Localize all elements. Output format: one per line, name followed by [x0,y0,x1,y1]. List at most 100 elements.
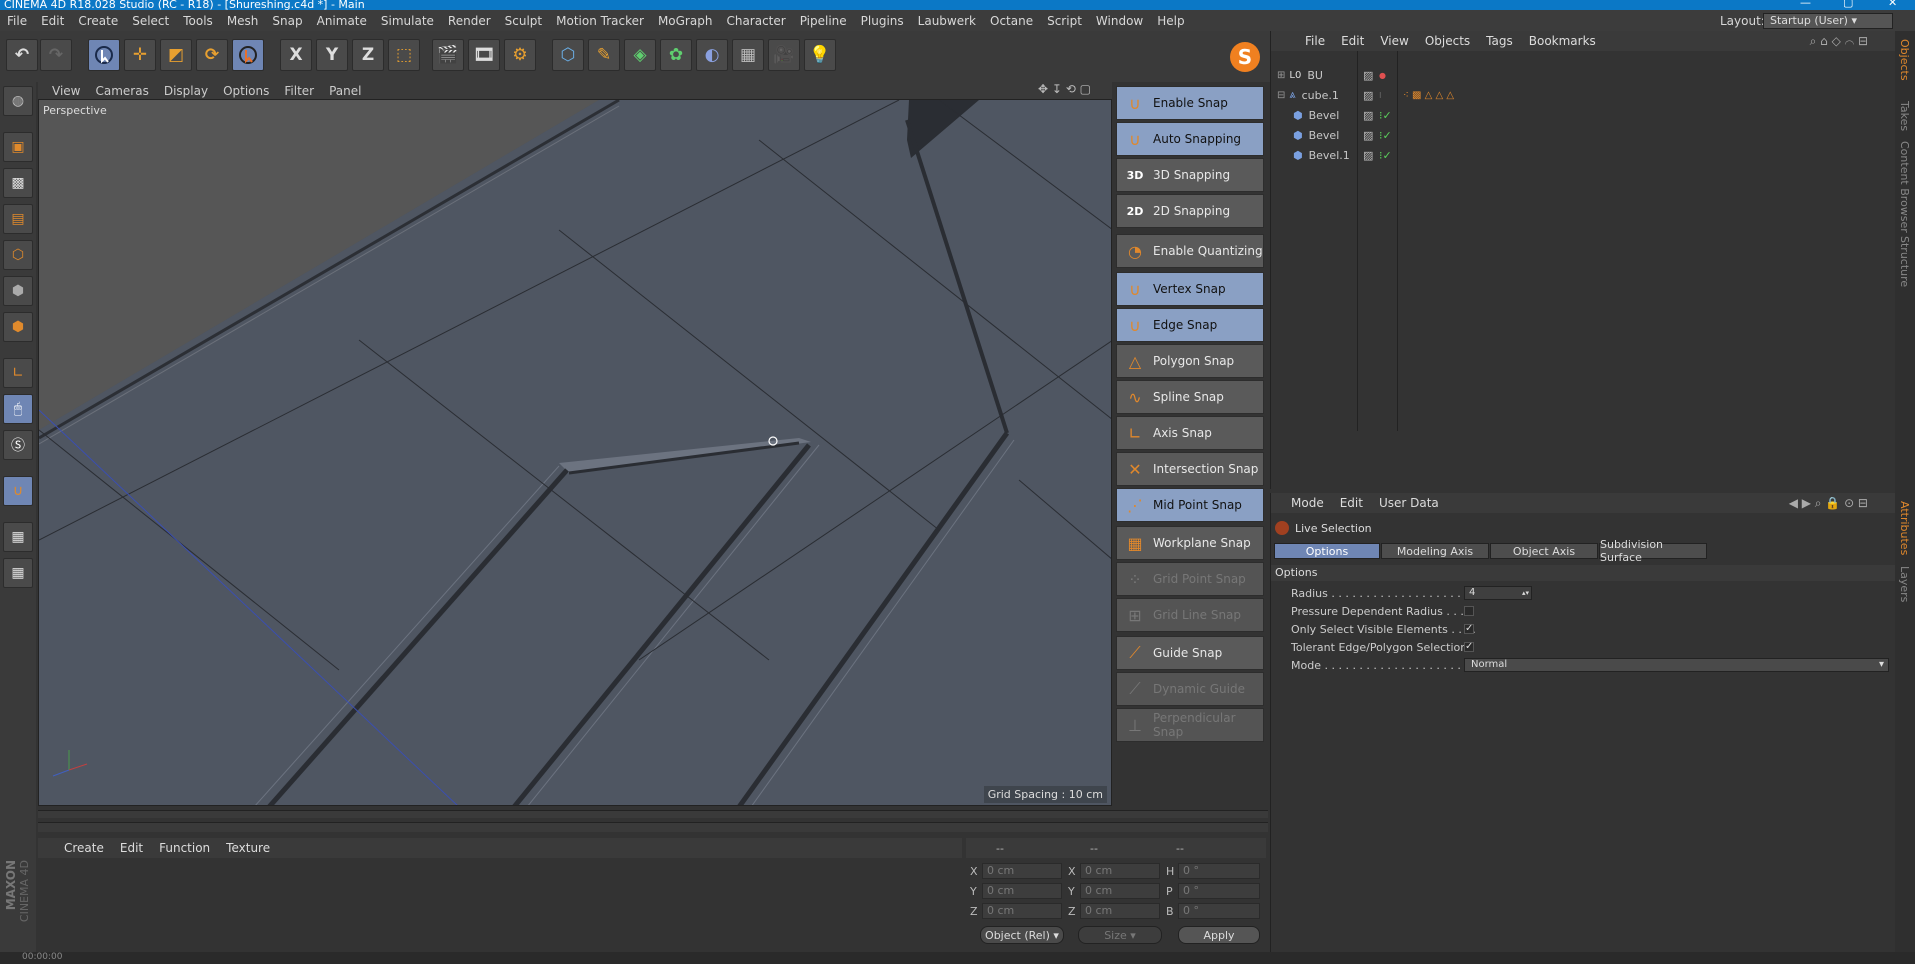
attr-menu-edit[interactable]: Edit [1340,496,1363,510]
obj-menu-view[interactable]: View [1380,34,1408,48]
visibility-icon[interactable]: ▨ [1363,149,1373,162]
rotate-icon[interactable]: ⟳ [196,39,228,71]
coordinate-mode-select[interactable]: Object (Rel) ▾ [980,926,1064,944]
recent-tool-icon[interactable] [232,39,264,71]
model-mode-icon[interactable]: ▣ [3,132,33,162]
planar-workplane-icon[interactable]: ▦ [3,558,33,588]
texture-mode-icon[interactable]: ▩ [3,168,33,198]
menu-sculpt[interactable]: Sculpt [498,14,549,28]
mat-menu-function[interactable]: Function [159,841,210,855]
menu-help[interactable]: Help [1150,14,1191,28]
obj-menu-file[interactable]: File [1305,34,1325,48]
tab-modeling-axis[interactable]: Modeling Axis [1381,543,1489,559]
visibility-icon[interactable]: ▨ [1363,69,1373,82]
tab-structure-vertical[interactable]: Structure [1898,236,1911,287]
attr-nav-icons[interactable]: ◀ ▶ ⌕ 🔒 ⊙ ⊟ [1789,496,1868,511]
tab-takes-vertical[interactable]: Takes [1898,101,1911,131]
position-x-field[interactable]: 0 cm [982,863,1062,879]
menu-plugins[interactable]: Plugins [854,14,911,28]
snap-intersection-snap[interactable]: ✕ Intersection Snap [1116,452,1264,486]
object-row[interactable]: ⬢ Bevel ▨ ⁝✓ [1271,105,1896,125]
object-row[interactable]: ⬢ Bevel ▨ ⁝✓ [1271,125,1896,145]
viewport-menu-view[interactable]: View [52,84,80,98]
menu-animate[interactable]: Animate [310,14,374,28]
menu-snap[interactable]: Snap [265,14,309,28]
viewport-menu-panel[interactable]: Panel [329,84,361,98]
snap-perpendicular-snap[interactable]: ⊥ Perpendicular Snap [1116,708,1264,742]
editor-visibility-dot[interactable]: ● [1379,71,1386,80]
size-y-field[interactable]: 0 cm [1080,883,1160,899]
viewport-menu-options[interactable]: Options [223,84,269,98]
editor-visibility-dot[interactable]: ⁝ [1379,91,1382,100]
redo-icon[interactable]: ↷ [40,39,72,71]
axis-mode-icon[interactable]: ∟ [3,358,33,388]
menu-simulate[interactable]: Simulate [374,14,441,28]
obj-menu-edit[interactable]: Edit [1341,34,1364,48]
light-icon[interactable]: 💡 [804,39,836,71]
timeline-splitter[interactable] [38,810,1268,818]
move-icon[interactable]: ✛ [124,39,156,71]
apply-button[interactable]: Apply [1178,926,1260,944]
rotation-b-field[interactable]: 0 ° [1178,903,1260,919]
enable-snap-icon[interactable]: ∪ [3,476,33,506]
tab-options[interactable]: Options [1274,543,1380,559]
mat-menu-edit[interactable]: Edit [120,841,143,855]
x-axis-lock-button[interactable]: X [280,39,312,71]
snap-vertex-snap[interactable]: ∪ Vertex Snap [1116,272,1264,306]
undo-icon[interactable]: ↶ [6,39,38,71]
tab-attributes-vertical[interactable]: Attributes [1898,501,1911,555]
snap-spline-snap[interactable]: ∿ Spline Snap [1116,380,1264,414]
rotation-h-field[interactable]: 0 ° [1178,863,1260,879]
menu-pipeline[interactable]: Pipeline [793,14,854,28]
snap-mid-point-snap[interactable]: ⋰ Mid Point Snap [1116,488,1264,522]
enabled-check-icon[interactable]: ⁝✓ [1379,109,1392,122]
mode-select[interactable]: Normal ▾ [1464,658,1889,672]
object-row[interactable]: ⬢ Bevel.1 ▨ ⁝✓ [1271,145,1896,165]
menu-motion-tracker[interactable]: Motion Tracker [549,14,651,28]
menu-select[interactable]: Select [125,14,176,28]
maximize-button[interactable]: ▢ [1843,0,1853,8]
floor-icon[interactable]: ▦ [732,39,764,71]
pressure-radius-checkbox[interactable] [1464,606,1474,616]
coordinate-system-icon[interactable]: ⬚ [388,39,420,71]
menu-mograph[interactable]: MoGraph [651,14,720,28]
tab-content-browser-vertical[interactable]: Content Browser [1898,141,1911,233]
snap-enable-quantizing[interactable]: ◔ Enable Quantizing [1116,234,1264,268]
snap-polygon-snap[interactable]: △ Polygon Snap [1116,344,1264,378]
snap-2d-snapping[interactable]: 2D 2D Snapping [1116,194,1264,228]
snap-axis-snap[interactable]: ∟ Axis Snap [1116,416,1264,450]
viewport-menu-filter[interactable]: Filter [284,84,314,98]
material-area[interactable] [38,858,962,952]
timeline-splitter-2[interactable] [38,822,1268,832]
subdivision-icon[interactable]: ◈ [624,39,656,71]
viewport-nav-icons[interactable]: ✥ ↧ ⟲ ▢ [1038,82,1091,96]
enabled-check-icon[interactable]: ⁝✓ [1379,129,1392,142]
object-row[interactable]: ⊞ L0 BU ▨ ● [1271,65,1896,85]
snap-workplane-snap[interactable]: ▦ Workplane Snap [1116,526,1264,560]
render-settings-icon[interactable]: ⚙ [504,39,536,71]
menu-edit[interactable]: Edit [34,14,71,28]
tab-objects-vertical[interactable]: Objects [1898,39,1911,81]
viewport-perspective[interactable]: Perspective Grid Spacing : 10 cm [38,99,1112,806]
live-selection-icon[interactable] [88,39,120,71]
visibility-icon[interactable]: ▨ [1363,109,1373,122]
render-picture-viewer-icon[interactable]: 🎞 [468,39,500,71]
visibility-icon[interactable]: ▨ [1363,129,1373,142]
make-editable-icon[interactable]: ◍ [3,86,33,116]
workplane-lock-icon[interactable]: ▦ [3,522,33,552]
snap-3d-snapping[interactable]: 3D 3D Snapping [1116,158,1264,192]
snap-edge-snap[interactable]: ∪ Edge Snap [1116,308,1264,342]
y-axis-lock-button[interactable]: Y [316,39,348,71]
mat-menu-texture[interactable]: Texture [226,841,270,855]
cube-icon[interactable]: ⬡ [552,39,584,71]
tab-layers-vertical[interactable]: Layers [1898,566,1911,602]
viewport-menu-display[interactable]: Display [164,84,208,98]
tab-object-axis[interactable]: Object Axis [1490,543,1598,559]
pen-icon[interactable]: ✎ [588,39,620,71]
rotation-p-field[interactable]: 0 ° [1178,883,1260,899]
menu-create[interactable]: Create [71,14,125,28]
tag-icons[interactable]: ⁖ ▩ △ △ △ [1403,90,1454,101]
snap-guide-snap[interactable]: ⟋ Guide Snap [1116,636,1264,670]
visibility-icon[interactable]: ▨ [1363,89,1373,102]
scale-icon[interactable]: ◩ [160,39,192,71]
